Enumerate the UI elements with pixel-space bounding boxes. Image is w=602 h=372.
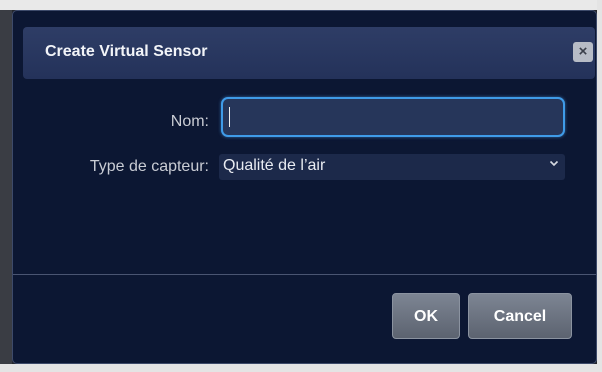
background-right-strip — [597, 0, 602, 372]
close-icon: × — [578, 43, 588, 60]
ok-button[interactable]: OK — [392, 293, 460, 339]
dialog-title: Create Virtual Sensor — [45, 43, 208, 60]
sensor-type-select[interactable]: Qualité de l’air — [219, 154, 565, 180]
cancel-button[interactable]: Cancel — [468, 293, 572, 339]
create-virtual-sensor-dialog: Create Virtual Sensor × Nom: Type de cap… — [12, 10, 597, 364]
background-top-strip — [0, 0, 602, 10]
close-button[interactable]: × — [573, 42, 593, 62]
background-edge — [0, 0, 12, 372]
name-input[interactable] — [221, 97, 565, 137]
sensor-type-value: Qualité de l’air — [223, 157, 326, 174]
text-caret — [229, 107, 230, 127]
footer-divider — [13, 274, 596, 275]
background-bottom-strip — [0, 364, 602, 372]
name-label: Nom: — [170, 113, 209, 130]
sensor-type-label: Type de capteur: — [89, 158, 209, 175]
dialog-titlebar: Create Virtual Sensor × — [23, 27, 595, 79]
chevron-down-icon — [549, 158, 559, 171]
